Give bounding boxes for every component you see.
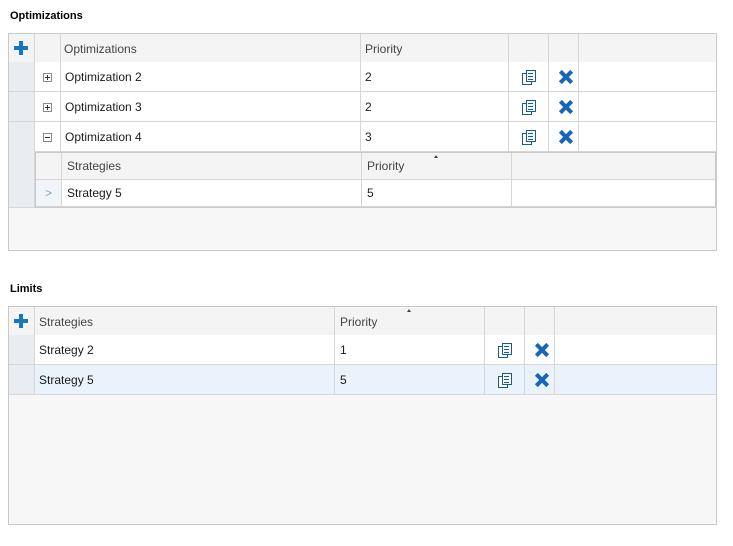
strategy-name[interactable]: Strategy 5 — [62, 180, 362, 207]
grid-header: Strategies Priority — [9, 307, 716, 337]
sort-ascending-icon — [434, 155, 438, 158]
nested-strategies-grid: Strategies Priority > Strategy 5 5 — [35, 152, 716, 208]
table-row[interactable]: Optimization 3 2 — [9, 92, 716, 122]
table-row[interactable]: Strategy 5 5 — [9, 365, 716, 395]
column-header-strategies[interactable]: Strategies — [35, 307, 335, 337]
optimization-priority[interactable]: 2 — [361, 62, 509, 92]
delete-icon[interactable] — [559, 130, 573, 144]
table-row[interactable]: > Strategy 5 5 — [36, 180, 716, 207]
row-selector[interactable] — [9, 62, 35, 92]
copy-icon[interactable] — [522, 130, 537, 145]
copy-icon[interactable] — [522, 100, 537, 115]
delete-icon[interactable] — [559, 100, 573, 114]
optimization-priority[interactable]: 2 — [361, 92, 509, 122]
column-header-priority[interactable]: Priority — [362, 153, 512, 180]
optimization-name[interactable]: Optimization 4 — [61, 122, 361, 152]
delete-icon[interactable] — [559, 70, 573, 84]
collapse-icon[interactable] — [43, 133, 52, 142]
limits-title: Limits — [10, 283, 43, 295]
optimizations-title: Optimizations — [10, 10, 83, 22]
copy-icon[interactable] — [522, 70, 537, 85]
add-cell — [9, 307, 35, 337]
optimization-name[interactable]: Optimization 2 — [61, 62, 361, 92]
limits-grid: Strategies Priority Strategy 2 1 Strateg… — [8, 306, 717, 525]
strategy-name[interactable]: Strategy 2 — [35, 335, 335, 365]
column-header-optimizations[interactable]: Optimizations — [61, 34, 361, 64]
chevron-right-icon: > — [44, 186, 52, 200]
optimizations-grid: Optimizations Priority Optimization 2 2 … — [8, 33, 717, 251]
grid-header: Optimizations Priority — [9, 34, 716, 64]
optimization-name[interactable]: Optimization 3 — [61, 92, 361, 122]
expand-icon[interactable] — [43, 103, 52, 112]
copy-icon[interactable] — [498, 343, 513, 358]
column-header-priority[interactable]: Priority — [361, 34, 509, 64]
strategy-priority[interactable]: 5 — [335, 365, 485, 395]
row-selector[interactable] — [9, 365, 35, 395]
table-row[interactable]: Optimization 2 2 — [9, 62, 716, 92]
delete-icon[interactable] — [535, 343, 549, 357]
column-header-priority[interactable]: Priority — [335, 307, 485, 337]
row-indicator[interactable]: > — [36, 180, 62, 207]
strategy-name[interactable]: Strategy 5 — [35, 365, 335, 395]
optimization-priority[interactable]: 3 — [361, 122, 509, 152]
add-limit-button[interactable] — [13, 313, 29, 329]
strategy-priority[interactable]: 5 — [362, 180, 512, 207]
sort-ascending-icon — [407, 309, 411, 312]
row-selector[interactable] — [9, 122, 35, 152]
strategy-priority[interactable]: 1 — [335, 335, 485, 365]
add-cell — [9, 34, 35, 64]
copy-icon[interactable] — [498, 373, 513, 388]
column-header-strategies[interactable]: Strategies — [62, 153, 362, 180]
delete-icon[interactable] — [535, 373, 549, 387]
table-row[interactable]: Optimization 4 3 — [9, 122, 716, 152]
grid-header: Strategies Priority — [36, 153, 716, 180]
row-selector[interactable] — [9, 92, 35, 122]
table-row[interactable]: Strategy 2 1 — [9, 335, 716, 365]
add-optimization-button[interactable] — [13, 40, 29, 56]
row-selector[interactable] — [9, 335, 35, 365]
expand-icon[interactable] — [43, 73, 52, 82]
